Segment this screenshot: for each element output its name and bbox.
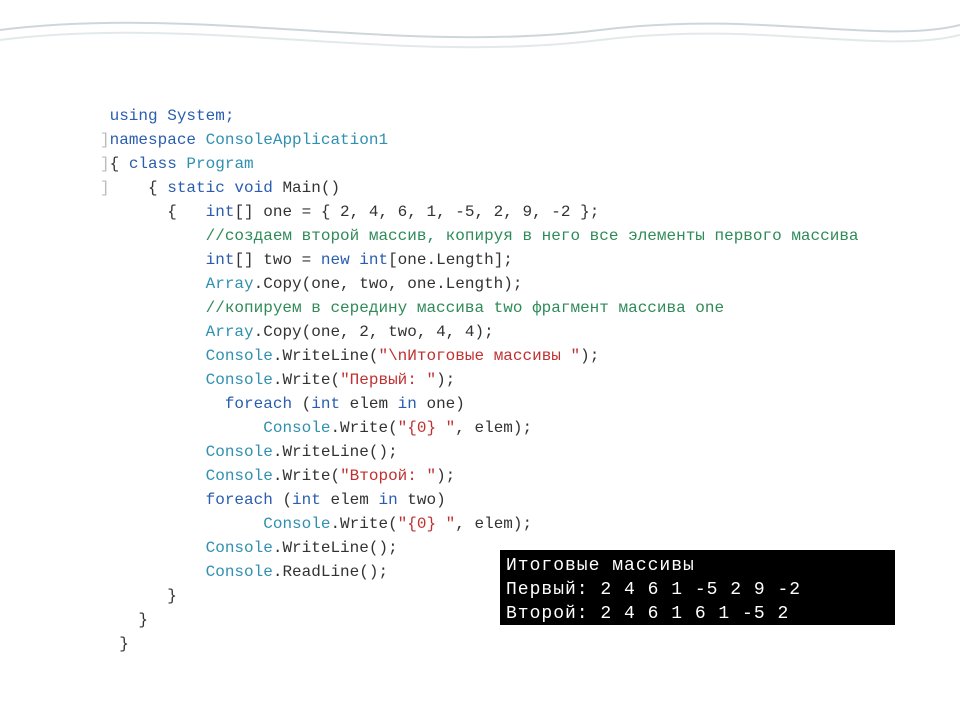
console-line: Второй: 2 4 6 1 6 1 -5 2 <box>506 604 789 624</box>
console-output: Итоговые массивы Первый: 2 4 6 1 -5 2 9 … <box>500 550 895 625</box>
code-line: using System; <box>100 107 234 125</box>
decorative-wave <box>0 0 960 60</box>
slide: using System; ]namespace ConsoleApplicat… <box>0 0 960 720</box>
console-line: Итоговые массивы <box>506 556 695 576</box>
console-line: Первый: 2 4 6 1 -5 2 9 -2 <box>506 580 801 600</box>
